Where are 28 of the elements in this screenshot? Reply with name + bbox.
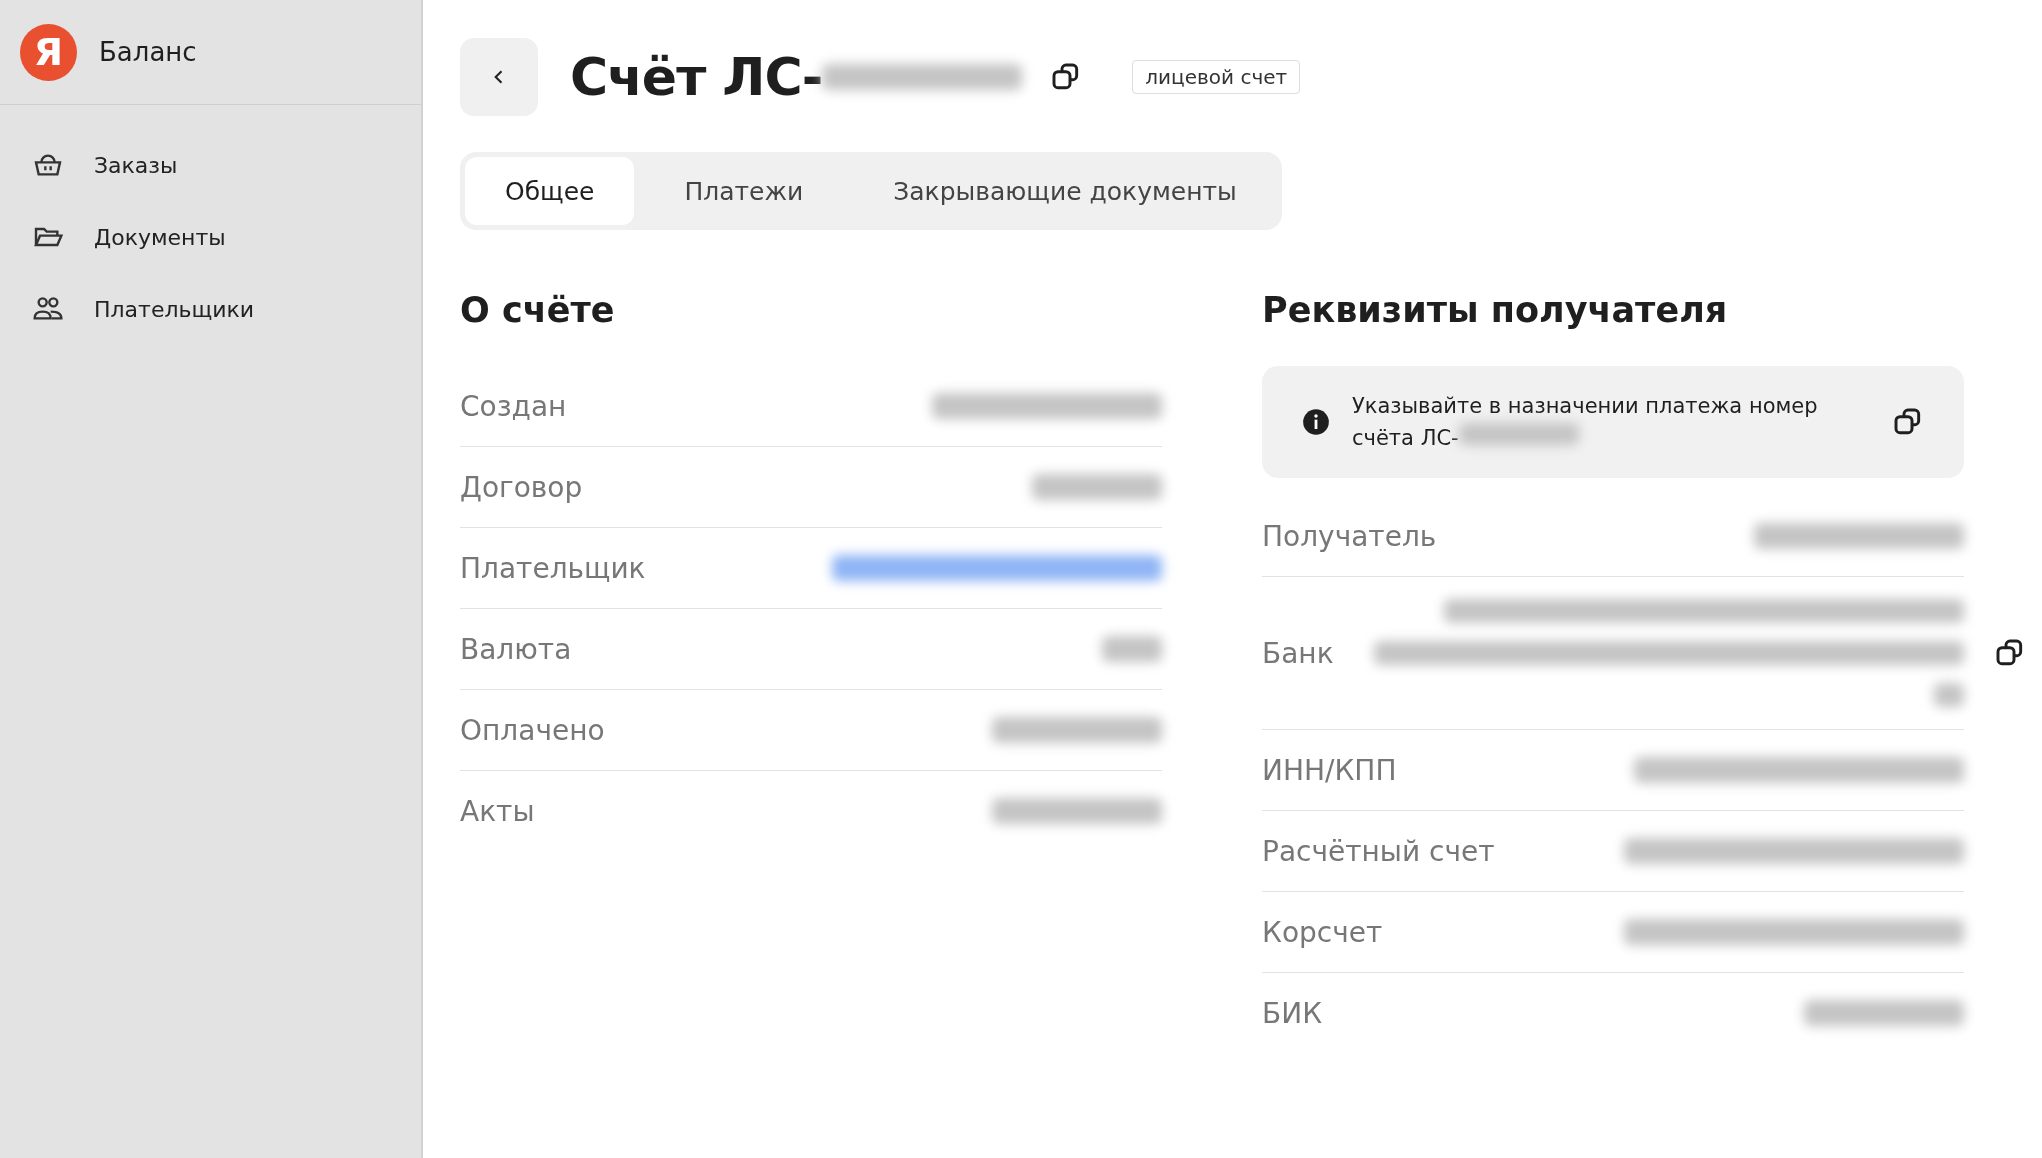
section-title: О счёте — [460, 290, 616, 330]
redacted-value — [1102, 636, 1162, 662]
field-label: Акты — [460, 794, 535, 828]
tab[interactable]: Закрывающие документы — [853, 157, 1277, 225]
account-type-tag: лицевой счет — [1132, 60, 1301, 94]
field-label: Оплачено — [460, 713, 605, 747]
tab[interactable]: Общее — [465, 157, 635, 225]
field-label: Валюта — [460, 632, 572, 666]
field-label: ИНН/КПП — [1262, 753, 1397, 787]
info-icon — [1302, 408, 1330, 436]
section-title: Реквизиты получателя — [1262, 290, 1729, 330]
logo[interactable]: Я — [20, 23, 77, 81]
field-label: Договор — [460, 470, 583, 504]
tab[interactable]: Платежи — [644, 157, 844, 225]
field-label: Плательщик — [460, 551, 646, 585]
sidebar-item[interactable]: Плательщики — [0, 273, 421, 345]
app-title: Баланс — [99, 37, 197, 67]
field-label: БИК — [1262, 996, 1323, 1030]
sidebar-item[interactable]: Документы — [0, 201, 421, 273]
notice-text: Указывайте в назначении платежа номер счёта ЛС- — [1352, 393, 1819, 452]
field-label: Корсчет — [1262, 915, 1383, 949]
field-label: Банк — [1262, 636, 1334, 670]
page-title: Счёт ЛС- — [570, 47, 823, 107]
sidebar-item[interactable]: Заказы — [0, 129, 421, 201]
field-label: Расчётный счет — [1262, 834, 1495, 868]
field-label: Создан — [460, 389, 567, 423]
field-label: Получатель — [1262, 519, 1437, 553]
redacted-value — [1934, 683, 1964, 707]
